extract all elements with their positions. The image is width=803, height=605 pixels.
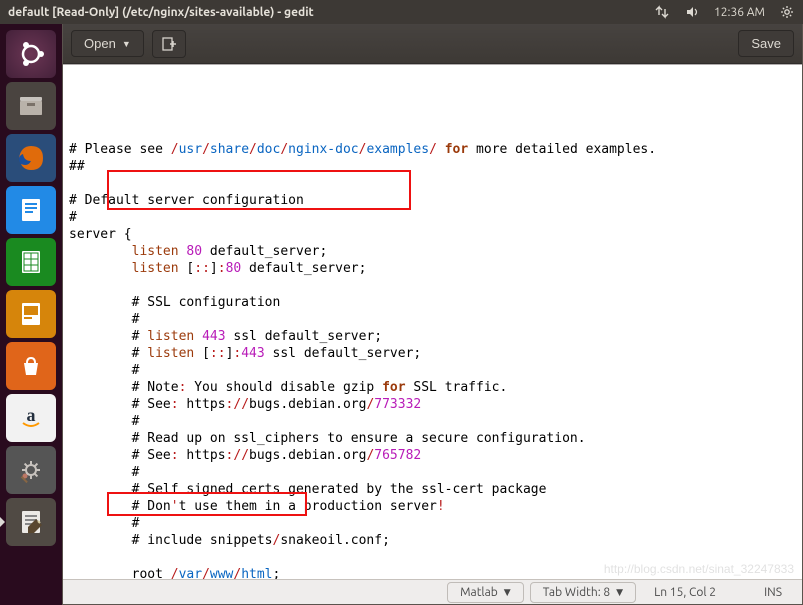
editor-line: # [69,311,802,328]
launcher-amazon[interactable]: a [6,394,56,442]
save-button[interactable]: Save [738,30,794,57]
launcher-impress[interactable] [6,290,56,338]
editor-line: listen [::]:80 default_server; [69,260,802,277]
toolbar: Open ▼ Save [63,24,802,64]
watermark: http://blog.csdn.net/sinat_32247833 [604,562,794,576]
editor-line: # [69,515,802,532]
editor-line: # See: https://bugs.debian.org/765782 [69,447,802,464]
editor-line: ## [69,158,802,175]
launcher-calc[interactable] [6,238,56,286]
new-tab-icon [161,36,177,52]
editor-line: # See: https://bugs.debian.org/773332 [69,396,802,413]
editor-line: listen 80 default_server; [69,243,802,260]
unity-launcher: a [0,24,62,605]
launcher-settings[interactable] [6,446,56,494]
new-document-button[interactable] [152,30,186,58]
chevron-down-icon: ▼ [122,39,131,49]
editor-line: # listen [::]:443 ssl default_server; [69,345,802,362]
editor-line: server { [69,226,802,243]
clock[interactable]: 12:36 AM [714,6,765,19]
editor-line: # SSL configuration [69,294,802,311]
editor-line [69,175,802,192]
system-tray: 12:36 AM [654,4,795,20]
launcher-software[interactable] [6,342,56,390]
editor-line: # Read up on ssl_ciphers to ensure a sec… [69,430,802,447]
tab-width-selector[interactable]: Tab Width: 8▼ [530,582,636,603]
editor-line: # Self signed certs generated by the ssl… [69,481,802,498]
launcher-gedit[interactable] [6,498,56,546]
window-title: default [Read-Only] (/etc/nginx/sites-av… [8,6,654,19]
editor-line: # include snippets/snakeoil.conf; [69,532,802,549]
language-selector[interactable]: Matlab▼ [447,582,524,603]
svg-text:a: a [27,405,36,425]
editor-line: # [69,362,802,379]
editor-line: # [69,413,802,430]
cursor-position: Ln 15, Col 2 [642,583,728,602]
editor-line [69,277,802,294]
text-editor[interactable]: # Please see /usr/share/doc/nginx-doc/ex… [63,64,802,579]
launcher-firefox[interactable] [6,134,56,182]
save-label: Save [751,36,781,51]
statusbar: Matlab▼ Tab Width: 8▼ Ln 15, Col 2 INS [63,579,802,604]
network-icon[interactable] [654,4,670,20]
launcher-writer[interactable] [6,186,56,234]
editor-line: # Note: You should disable gzip for SSL … [69,379,802,396]
gear-icon[interactable] [779,4,795,20]
sound-icon[interactable] [684,4,700,20]
editor-line: # Default server configuration [69,192,802,209]
editor-line: # [69,209,802,226]
editor-line: # [69,464,802,481]
insert-mode: INS [752,583,794,602]
open-button[interactable]: Open ▼ [71,30,144,57]
launcher-dash[interactable] [6,30,56,78]
launcher-files[interactable] [6,82,56,130]
menubar: default [Read-Only] (/etc/nginx/sites-av… [0,0,803,24]
open-label: Open [84,36,116,51]
editor-line: # Please see /usr/share/doc/nginx-doc/ex… [69,141,802,158]
editor-line: # listen 443 ssl default_server; [69,328,802,345]
editor-line: # Don't use them in a production server! [69,498,802,515]
gedit-window: Open ▼ Save # Please see /usr/share/doc/… [62,24,803,605]
